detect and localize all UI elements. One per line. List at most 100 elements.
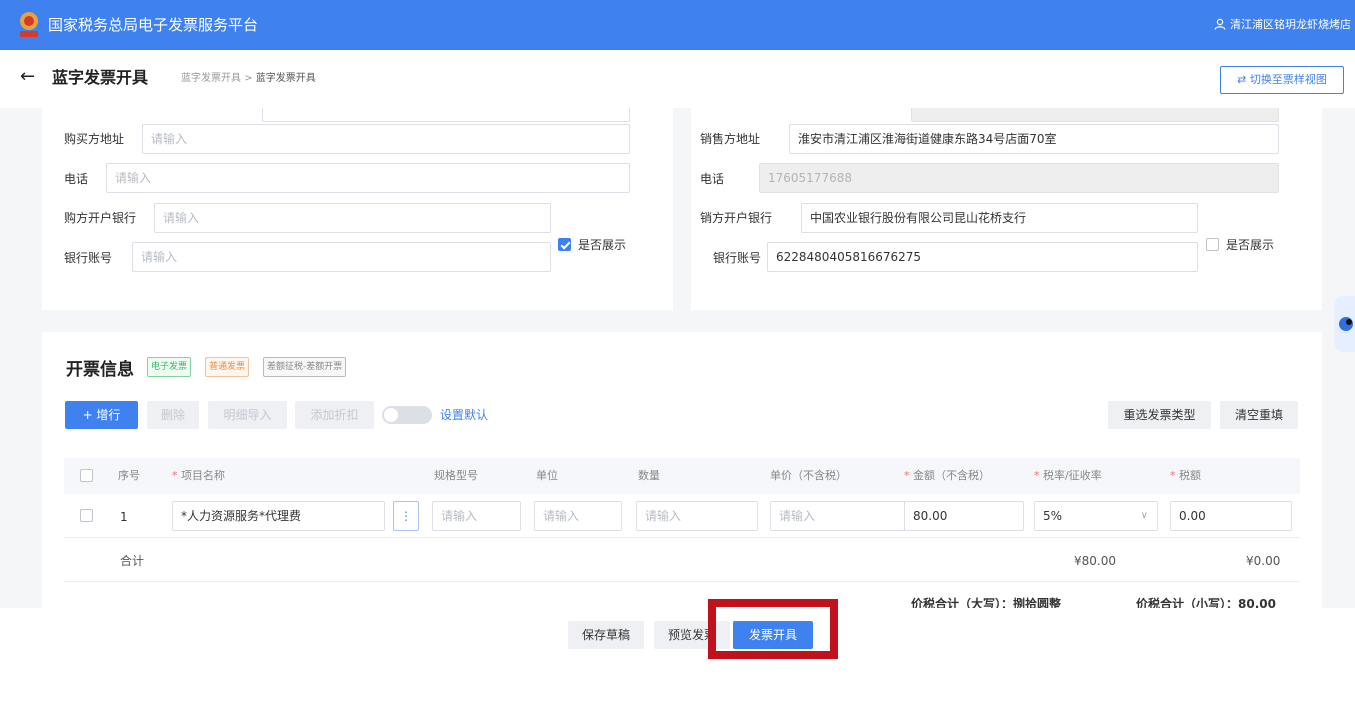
floating-assistant-widget[interactable]: [1334, 296, 1355, 352]
breadcrumb-current: 蓝字发票开具: [255, 73, 316, 84]
col-tax-label: 税额: [1179, 469, 1201, 482]
buyer-show-label: 是否展示: [578, 238, 627, 252]
col-item-name-label: 项目名称: [181, 469, 225, 482]
tag-differential-tax: 差额征税-差额开票: [263, 357, 347, 377]
col-unit: 单位: [536, 469, 558, 482]
item-name-input[interactable]: *人力资源服务*代理费: [172, 501, 385, 531]
buyer-address-label: 购买方地址: [64, 132, 125, 146]
grand-total-upper: 价税合计（大写）：捌拾圆整: [911, 596, 1061, 608]
spec-input[interactable]: 请输入: [432, 501, 521, 531]
totals-amount: ¥80.00: [1074, 554, 1116, 568]
tax-rate-select[interactable]: 5% ∨: [1034, 501, 1158, 531]
buyer-phone-input[interactable]: 请输入: [106, 163, 630, 193]
breadcrumb-separator: >: [244, 73, 253, 84]
buyer-bank-input[interactable]: 请输入: [154, 203, 551, 233]
buyer-phone-label: 电话: [64, 172, 89, 186]
seller-show-checkbox[interactable]: [1206, 238, 1219, 251]
seller-phone-label: 电话: [700, 172, 725, 186]
save-draft-button[interactable]: 保存草稿: [568, 621, 644, 649]
grand-total-lower-value: 80.00: [1238, 597, 1276, 608]
totals-tax: ¥0.00: [1246, 554, 1281, 568]
seller-card: 销售方地址 淮安市清江浦区淮海街道健康东路34号店面70室 电话 1760517…: [691, 108, 1322, 310]
buyer-show-checkbox[interactable]: [558, 238, 571, 251]
breadcrumb-parent[interactable]: 蓝字发票开具: [181, 73, 241, 84]
tax-rate-value: 5%: [1043, 509, 1063, 523]
back-arrow-icon[interactable]: ←: [20, 67, 35, 87]
item-more-button[interactable]: ⋮: [393, 501, 419, 531]
seller-show-label: 是否展示: [1226, 238, 1275, 252]
totals-label: 合计: [120, 554, 145, 568]
unit-input[interactable]: 请输入: [534, 501, 622, 531]
tax-input[interactable]: 0.00: [1170, 501, 1292, 531]
grand-total-lower: 价税合计（小写）：80.00: [1136, 596, 1276, 608]
page-header: ← 蓝字发票开具 蓝字发票开具 > 蓝字发票开具 ⇄ 切换至票样视图: [0, 50, 1355, 108]
buyer-bank-label: 购方开户银行: [64, 211, 137, 225]
seller-account-input[interactable]: 6228480405816676275: [767, 242, 1198, 272]
buyer-address-input[interactable]: 请输入: [142, 124, 630, 154]
grand-total-upper-label: 价税合计（大写）：: [911, 597, 1014, 608]
grand-total-lower-label: 价税合计（小写）：: [1136, 597, 1239, 608]
grand-total-upper-value: 捌拾圆整: [1013, 597, 1062, 608]
add-row-button[interactable]: + 增行: [65, 401, 138, 429]
invoice-section-title: 开票信息: [66, 360, 134, 380]
top-bar: 国家税务总局电子发票服务平台 清江浦区铭玥龙虾烧烤店: [0, 0, 1355, 50]
footer-action-bar: 保存草稿 预览发票 发票开具: [0, 608, 1355, 713]
buyer-account-label: 银行账号: [64, 251, 113, 265]
buyer-previous-field[interactable]: [262, 108, 630, 122]
import-detail-button: 明细导入: [208, 401, 287, 429]
seller-address-input[interactable]: 淮安市清江浦区淮海街道健康东路34号店面70室: [789, 124, 1279, 154]
col-tax-rate: * 税率/征收率: [1034, 458, 1102, 494]
user-menu[interactable]: 清江浦区铭玥龙虾烧烤店: [1214, 17, 1351, 33]
chevron-down-icon: ∨: [1140, 510, 1148, 521]
swap-arrows-icon: ⇄: [1237, 73, 1247, 86]
col-amount: * 金额（不含税）: [904, 458, 990, 494]
seller-previous-field: [911, 108, 1279, 122]
switch-to-sample-view-button[interactable]: ⇄ 切换至票样视图: [1220, 66, 1344, 94]
user-icon: [1214, 18, 1226, 30]
items-table-header: 序号 * 项目名称 规格型号 单位 数量 单价（不含税） * 金额（不含税） *…: [64, 458, 1300, 494]
required-mark: *: [1170, 469, 1176, 482]
tax-emblem-logo: [20, 12, 38, 37]
set-default-toggle[interactable]: [382, 406, 432, 424]
col-amount-label: 金额（不含税）: [913, 469, 990, 482]
reselect-invoice-type-button[interactable]: 重选发票类型: [1108, 401, 1211, 429]
table-row: 1 *人力资源服务*代理费 ⋮ 请输入 请输入 请输入 请输入 80.00 5%…: [64, 494, 1300, 538]
add-discount-button: 添加折扣: [295, 401, 374, 429]
app-title: 国家税务总局电子发票服务平台: [48, 16, 259, 34]
breadcrumb: 蓝字发票开具 > 蓝字发票开具: [181, 72, 316, 86]
buyer-account-input[interactable]: 请输入: [132, 242, 551, 272]
switch-button-label: 切换至票样视图: [1249, 73, 1327, 86]
clear-refill-button[interactable]: 清空重填: [1220, 401, 1298, 429]
tag-electronic-invoice: 电子发票: [147, 357, 192, 377]
seller-phone-input: 17605177688: [759, 163, 1279, 193]
qty-input[interactable]: 请输入: [636, 501, 758, 531]
col-tax: * 税额: [1170, 458, 1201, 494]
row-checkbox[interactable]: [80, 509, 93, 522]
tag-general-invoice: 普通发票: [205, 357, 250, 377]
set-default-link[interactable]: 设置默认: [440, 407, 488, 423]
seller-address-label: 销售方地址: [700, 132, 761, 146]
user-name: 清江浦区铭玥龙虾烧烤店: [1230, 18, 1351, 31]
highlight-annotation-box: [708, 599, 838, 659]
seller-bank-label: 销方开户银行: [700, 211, 773, 225]
price-input[interactable]: 请输入: [770, 501, 918, 531]
select-all-checkbox[interactable]: [80, 469, 93, 482]
required-mark: *: [904, 469, 910, 482]
more-vertical-icon: ⋮: [400, 509, 412, 523]
col-spec: 规格型号: [434, 469, 478, 482]
col-tax-rate-label: 税率/征收率: [1043, 469, 1102, 482]
required-mark: *: [172, 469, 178, 482]
delete-button: 删除: [147, 401, 199, 429]
assistant-icon: [1339, 317, 1353, 331]
required-mark: *: [1034, 469, 1040, 482]
form-scroll-area[interactable]: 购买方地址 请输入 电话 请输入 购方开户银行 请输入 银行账号 请输入 是否展…: [0, 108, 1355, 608]
col-price: 单价（不含税）: [770, 469, 847, 482]
invoice-info-card: 开票信息 电子发票 普通发票 差额征税-差额开票 + 增行 删除 明细导入 添加…: [42, 332, 1322, 608]
seller-account-label: 银行账号: [713, 251, 762, 265]
col-seq: 序号: [118, 469, 140, 482]
row-seq: 1: [120, 510, 128, 524]
amount-input[interactable]: 80.00: [904, 501, 1024, 531]
col-item-name: * 项目名称: [172, 458, 225, 494]
totals-row: 合计 ¥80.00 ¥0.00: [64, 538, 1300, 582]
seller-bank-input[interactable]: 中国农业银行股份有限公司昆山花桥支行: [801, 203, 1198, 233]
